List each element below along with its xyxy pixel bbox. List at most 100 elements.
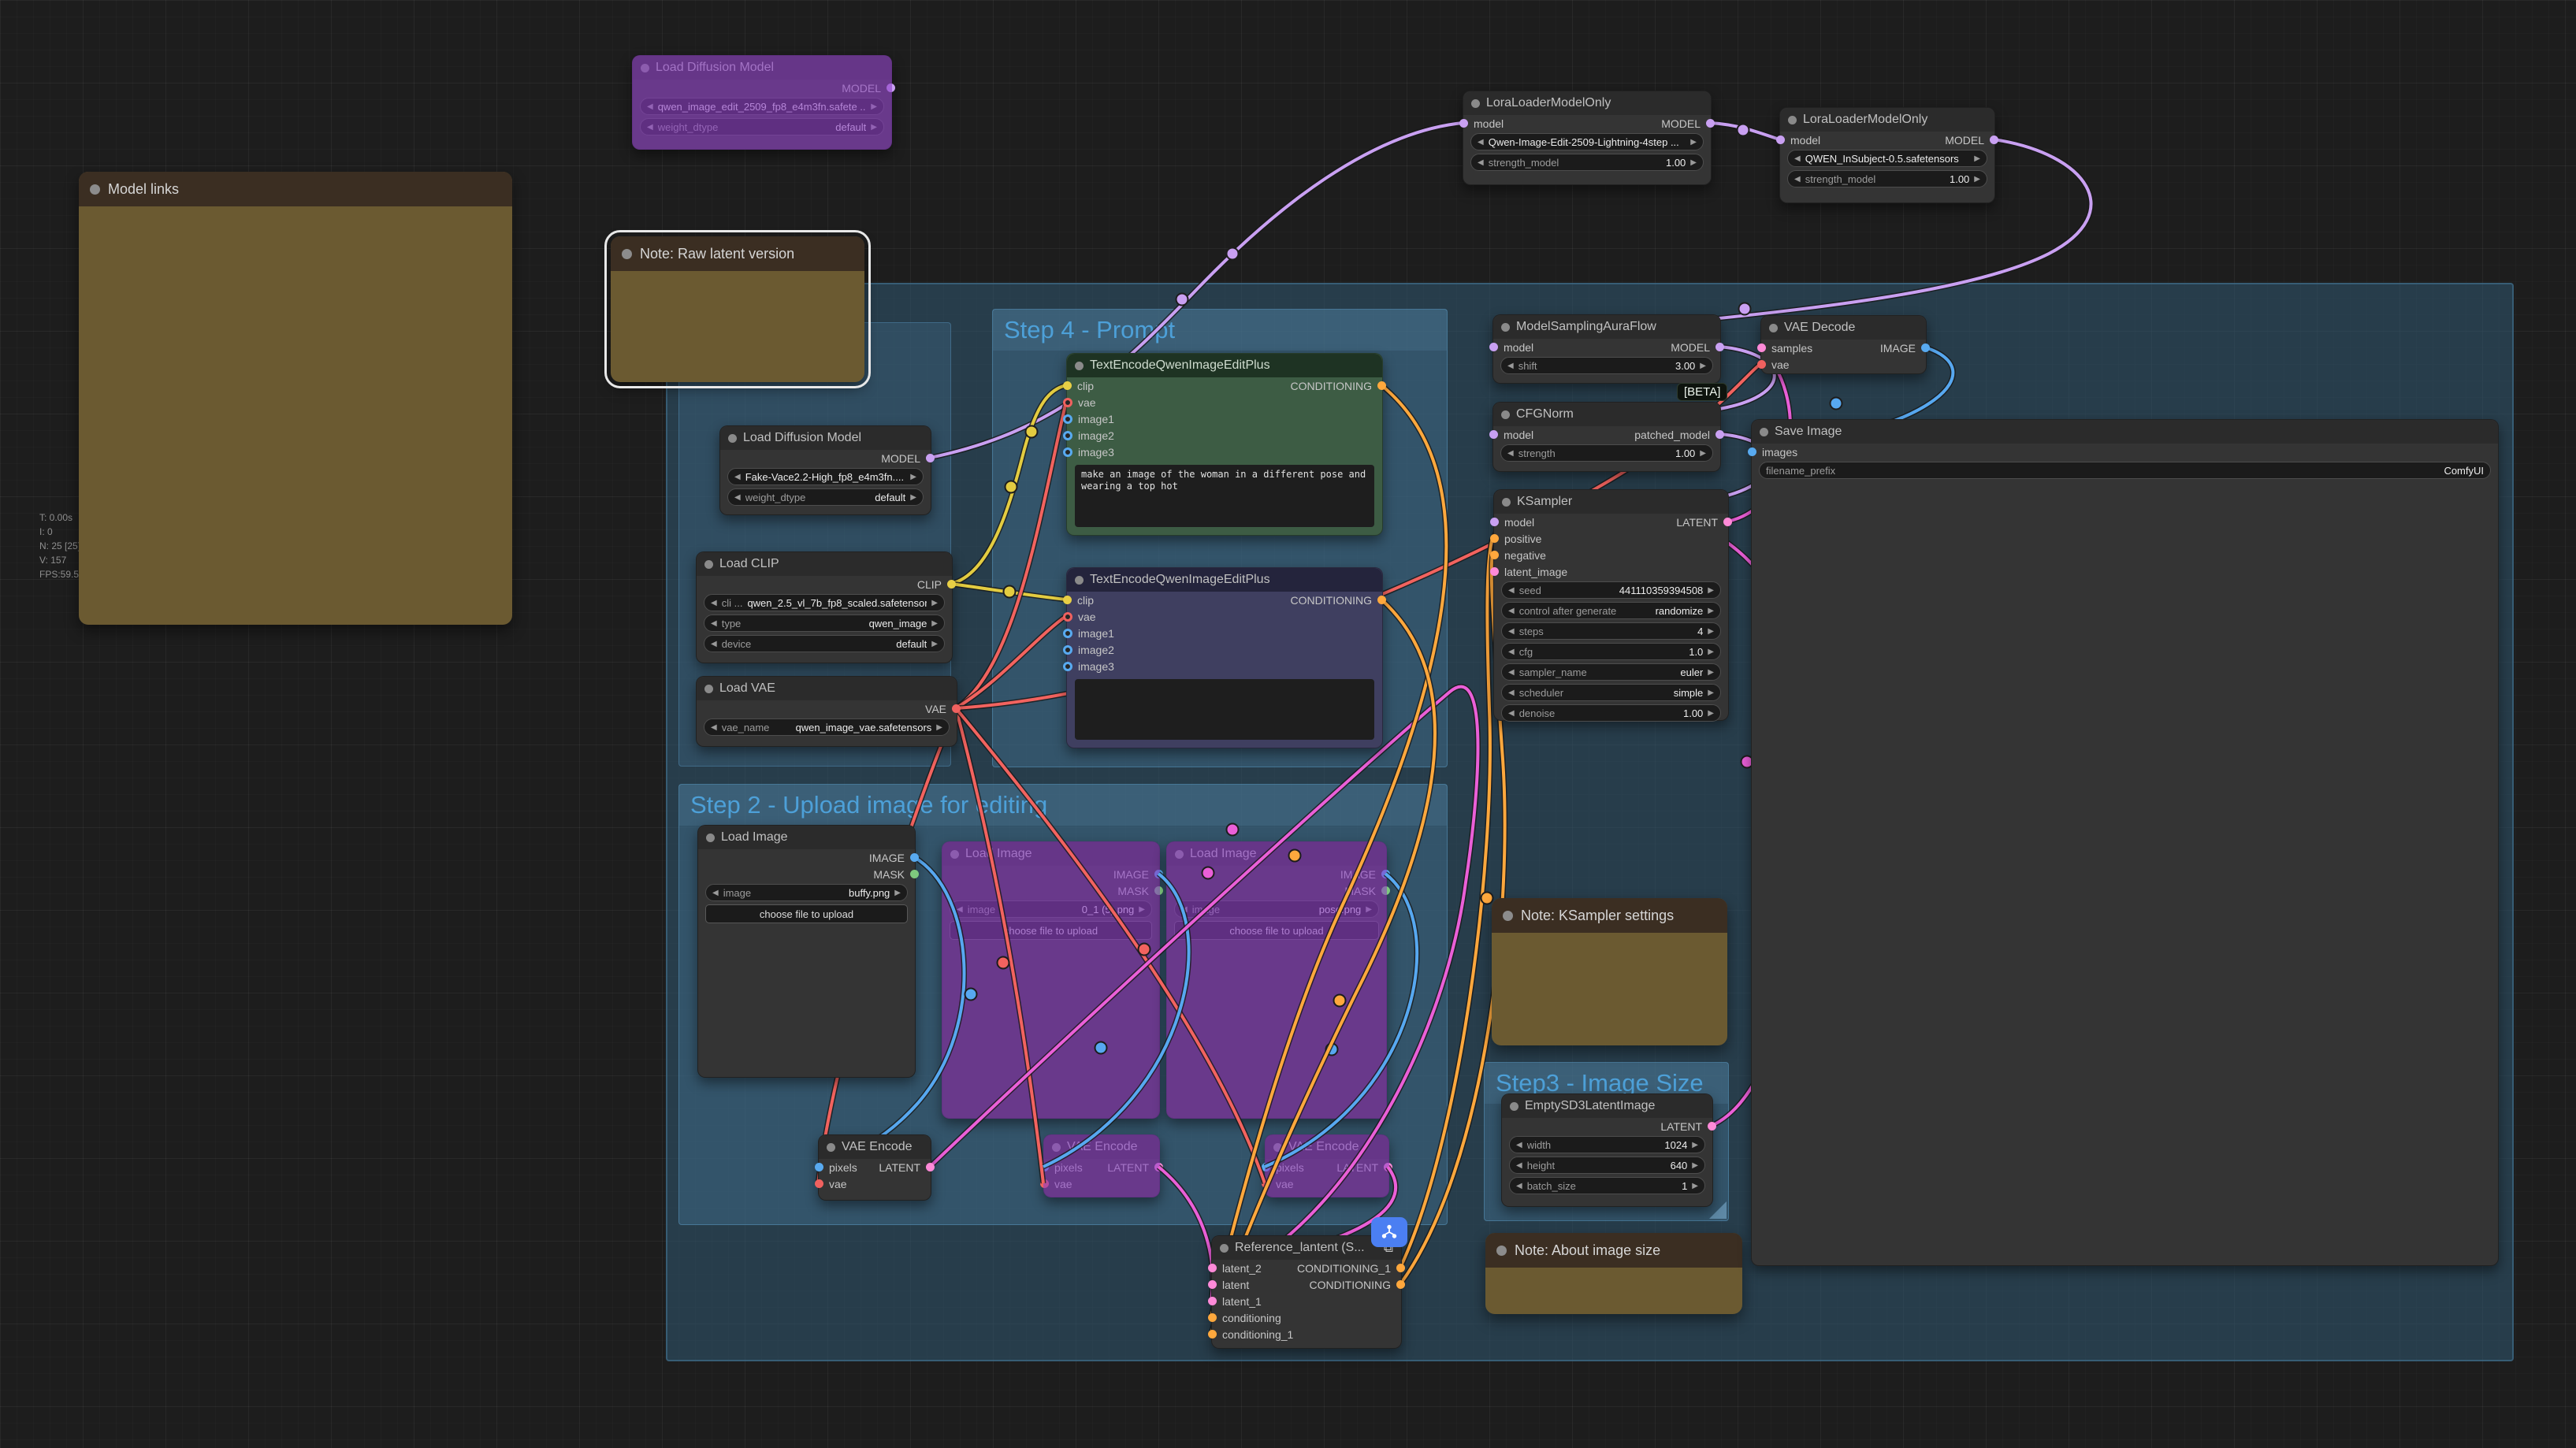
CLIP-output-port[interactable]: [947, 580, 956, 588]
combo-left-arrow-icon[interactable]: ◀: [1516, 1141, 1522, 1149]
cfg-norm[interactable]: CFGNormmodelpatched_model◀strength1.00▶: [1492, 402, 1721, 472]
choose-file-button[interactable]: choose file to upload: [705, 904, 908, 923]
combo-left-arrow-icon[interactable]: ◀: [734, 493, 741, 502]
vae-input-port[interactable]: [1040, 1179, 1049, 1188]
strength_model-widget[interactable]: ◀strength_model1.00▶: [1787, 170, 1987, 187]
combo-left-arrow-icon[interactable]: ◀: [711, 723, 717, 732]
LATENT-output-port[interactable]: [1708, 1122, 1716, 1131]
load-image-3-bypassed[interactable]: Load ImageIMAGEMASK◀imagepose.png▶choose…: [1166, 841, 1387, 1119]
vae-decode[interactable]: VAE DecodesamplesIMAGEvae: [1760, 315, 1927, 374]
CONDITIONING-output-port[interactable]: [1377, 381, 1386, 390]
combo-left-arrow-icon[interactable]: ◀: [1508, 648, 1515, 656]
collapse-dot-icon[interactable]: [950, 850, 959, 859]
note-header[interactable]: Model links: [79, 172, 512, 206]
IMAGE-output-port[interactable]: [1154, 870, 1163, 878]
combo-left-arrow-icon[interactable]: ◀: [647, 123, 653, 132]
load-image-2-bypassed[interactable]: Load ImageIMAGEMASK◀image0_1 (5).png▶cho…: [942, 841, 1160, 1119]
combo-right-arrow-icon[interactable]: ▶: [1690, 158, 1697, 167]
patched_model-output-port[interactable]: [1715, 430, 1724, 439]
ksampler[interactable]: KSamplermodelLATENTpositivenegativelaten…: [1493, 489, 1729, 721]
combo-right-arrow-icon[interactable]: ▶: [871, 123, 877, 132]
collapse-dot-icon[interactable]: [90, 184, 100, 195]
image-widget[interactable]: ◀imagebuffy.png▶: [705, 884, 908, 901]
node-title-bar[interactable]: LoraLoaderModelOnly: [1780, 108, 1994, 132]
clip-input-port[interactable]: [1063, 381, 1072, 390]
CONDITIONING_1-output-port[interactable]: [1396, 1264, 1405, 1272]
node-graph-canvas[interactable]: Step 4 - PromptStep 2 - Upload image for…: [0, 0, 2576, 1448]
combo-right-arrow-icon[interactable]: ▶: [1139, 905, 1145, 914]
node-title-bar[interactable]: TextEncodeQwenImageEditPlus: [1067, 354, 1382, 377]
combo-right-arrow-icon[interactable]: ▶: [1708, 586, 1714, 595]
group-header[interactable]: Step 2 - Upload image for editing: [679, 785, 1447, 826]
combo-right-arrow-icon[interactable]: ▶: [871, 102, 877, 111]
node-title-bar[interactable]: VAE Decode: [1761, 316, 1926, 340]
vae-input-port[interactable]: [1063, 398, 1072, 407]
width-widget[interactable]: ◀width1024▶: [1509, 1136, 1705, 1153]
combo-left-arrow-icon[interactable]: ◀: [647, 102, 653, 111]
node-title-bar[interactable]: VAE Encode: [1266, 1135, 1388, 1159]
combo-right-arrow-icon[interactable]: ▶: [1692, 1141, 1698, 1149]
combo-right-arrow-icon[interactable]: ▶: [1708, 648, 1714, 656]
shift-widget[interactable]: ◀shift3.00▶: [1500, 357, 1713, 374]
cfg-widget[interactable]: ◀cfg1.0▶: [1501, 643, 1721, 660]
combo-left-arrow-icon[interactable]: ◀: [1516, 1182, 1522, 1190]
combo-left-arrow-icon[interactable]: ◀: [1181, 905, 1188, 914]
note-note-ksampler-settings[interactable]: Note: KSampler settings: [1492, 898, 1727, 1045]
node-title-bar[interactable]: LoraLoaderModelOnly: [1463, 91, 1711, 115]
save-image[interactable]: Save Imageimagesfilename_prefixComfyUI: [1751, 419, 2499, 1266]
strength-widget[interactable]: ◀strength1.00▶: [1500, 444, 1713, 462]
collapse-dot-icon[interactable]: [1220, 1244, 1229, 1253]
node-title-bar[interactable]: Save Image: [1752, 420, 2498, 444]
combo-left-arrow-icon[interactable]: ◀: [1507, 449, 1514, 458]
image-widget[interactable]: ◀imagepose.png▶: [1174, 900, 1379, 918]
value-widget[interactable]: ◀Qwen-Image-Edit-2509-Lightning-4step ..…: [1470, 133, 1704, 150]
combo-right-arrow-icon[interactable]: ▶: [1692, 1182, 1698, 1190]
LATENT-output-port[interactable]: [1723, 518, 1732, 526]
LATENT-output-port[interactable]: [1154, 1163, 1163, 1171]
combo-right-arrow-icon[interactable]: ▶: [1366, 905, 1372, 914]
seed-widget[interactable]: ◀seed441110359394508▶: [1501, 581, 1721, 599]
load-vae[interactable]: Load VAEVAE◀vae_nameqwen_image_vae.safet…: [696, 676, 957, 747]
node-title-bar[interactable]: Load Image: [1167, 842, 1386, 866]
combo-right-arrow-icon[interactable]: ▶: [1974, 175, 1980, 184]
image3-input-port[interactable]: [1063, 447, 1072, 457]
MODEL-output-port[interactable]: [1706, 119, 1715, 128]
device-widget[interactable]: ◀devicedefault▶: [704, 635, 945, 652]
note-header[interactable]: Note: KSampler settings: [1492, 898, 1727, 933]
choose-file-button[interactable]: choose file to upload: [950, 921, 1152, 940]
model-input-port[interactable]: [1489, 343, 1498, 351]
conditioning-input-port[interactable]: [1208, 1313, 1217, 1322]
type-widget[interactable]: ◀typeqwen_image▶: [704, 614, 945, 632]
MASK-output-port[interactable]: [1154, 886, 1163, 895]
text-encode-qwen-image-edit-plus-negative[interactable]: TextEncodeQwenImageEditPlusclipCONDITION…: [1066, 567, 1383, 748]
MASK-output-port[interactable]: [1381, 886, 1390, 895]
combo-left-arrow-icon[interactable]: ◀: [734, 473, 741, 481]
collapse-dot-icon[interactable]: [1471, 99, 1480, 108]
collapse-dot-icon[interactable]: [706, 834, 715, 842]
combo-left-arrow-icon[interactable]: ◀: [1478, 158, 1484, 167]
vae-encode-1[interactable]: VAE EncodepixelsLATENTvae: [818, 1134, 931, 1201]
filename_prefix-widget[interactable]: filename_prefixComfyUI: [1759, 462, 2491, 479]
combo-right-arrow-icon[interactable]: ▶: [936, 723, 942, 732]
combo-right-arrow-icon[interactable]: ▶: [910, 473, 916, 481]
positive-input-port[interactable]: [1490, 534, 1499, 543]
model-sampling-aura-flow[interactable]: ModelSamplingAuraFlowmodelMODEL◀shift3.0…: [1492, 314, 1721, 384]
steps-widget[interactable]: ◀steps4▶: [1501, 622, 1721, 640]
pixels-input-port[interactable]: [1262, 1163, 1270, 1171]
collapse-dot-icon[interactable]: [704, 560, 713, 569]
note-header[interactable]: Note: About image size: [1485, 1233, 1742, 1268]
latent_image-input-port[interactable]: [1490, 567, 1499, 576]
combo-left-arrow-icon[interactable]: ◀: [1507, 362, 1514, 370]
combo-left-arrow-icon[interactable]: ◀: [1478, 138, 1484, 147]
image3-input-port[interactable]: [1063, 662, 1072, 671]
pixels-input-port[interactable]: [815, 1163, 823, 1171]
combo-right-arrow-icon[interactable]: ▶: [1700, 449, 1706, 458]
collapse-dot-icon[interactable]: [1273, 1143, 1282, 1152]
batch_size-widget[interactable]: ◀batch_size1▶: [1509, 1177, 1705, 1194]
note-header[interactable]: Note: Raw latent version: [611, 236, 864, 271]
collapse-dot-icon[interactable]: [1501, 410, 1510, 419]
latent_1-input-port[interactable]: [1208, 1297, 1217, 1305]
LATENT-output-port[interactable]: [926, 1163, 935, 1171]
combo-right-arrow-icon[interactable]: ▶: [931, 619, 938, 628]
collapse-dot-icon[interactable]: [1769, 324, 1778, 332]
